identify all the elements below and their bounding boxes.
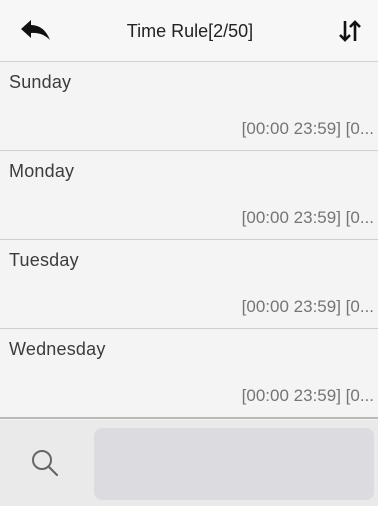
list-item-tuesday[interactable]: Tuesday [00:00 23:59] [0... bbox=[0, 240, 378, 329]
header-bar: Time Rule[2/50] bbox=[0, 0, 378, 62]
list-item-monday[interactable]: Monday [00:00 23:59] [0... bbox=[0, 151, 378, 240]
time-range-label: [00:00 23:59] [0... bbox=[241, 119, 374, 138]
time-range-label: [00:00 23:59] [0... bbox=[241, 208, 374, 227]
day-list: Sunday [00:00 23:59] [0... Monday [00:00… bbox=[0, 62, 378, 419]
sort-button[interactable] bbox=[330, 14, 370, 48]
time-range-label: [00:00 23:59] [0... bbox=[241, 386, 374, 405]
search-input[interactable] bbox=[94, 428, 374, 500]
list-item-sunday[interactable]: Sunday [00:00 23:59] [0... bbox=[0, 62, 378, 151]
back-arrow-icon bbox=[21, 20, 50, 40]
day-label: Sunday bbox=[9, 72, 72, 92]
day-label: Tuesday bbox=[9, 250, 79, 270]
time-range-label: [00:00 23:59] [0... bbox=[241, 297, 374, 316]
page-title: Time Rule[2/50] bbox=[126, 20, 254, 41]
day-label: Wednesday bbox=[9, 339, 106, 359]
search-icon bbox=[32, 450, 59, 477]
day-label: Monday bbox=[9, 161, 75, 181]
search-bar bbox=[0, 420, 378, 506]
list-item-wednesday[interactable]: Wednesday [00:00 23:59] [0... bbox=[0, 329, 378, 419]
sort-icon bbox=[339, 20, 361, 42]
search-button[interactable] bbox=[20, 440, 70, 486]
back-button[interactable] bbox=[14, 14, 58, 48]
screen: Time Rule[2/50] Sunday [00:00 23:59] [0.… bbox=[0, 0, 378, 506]
